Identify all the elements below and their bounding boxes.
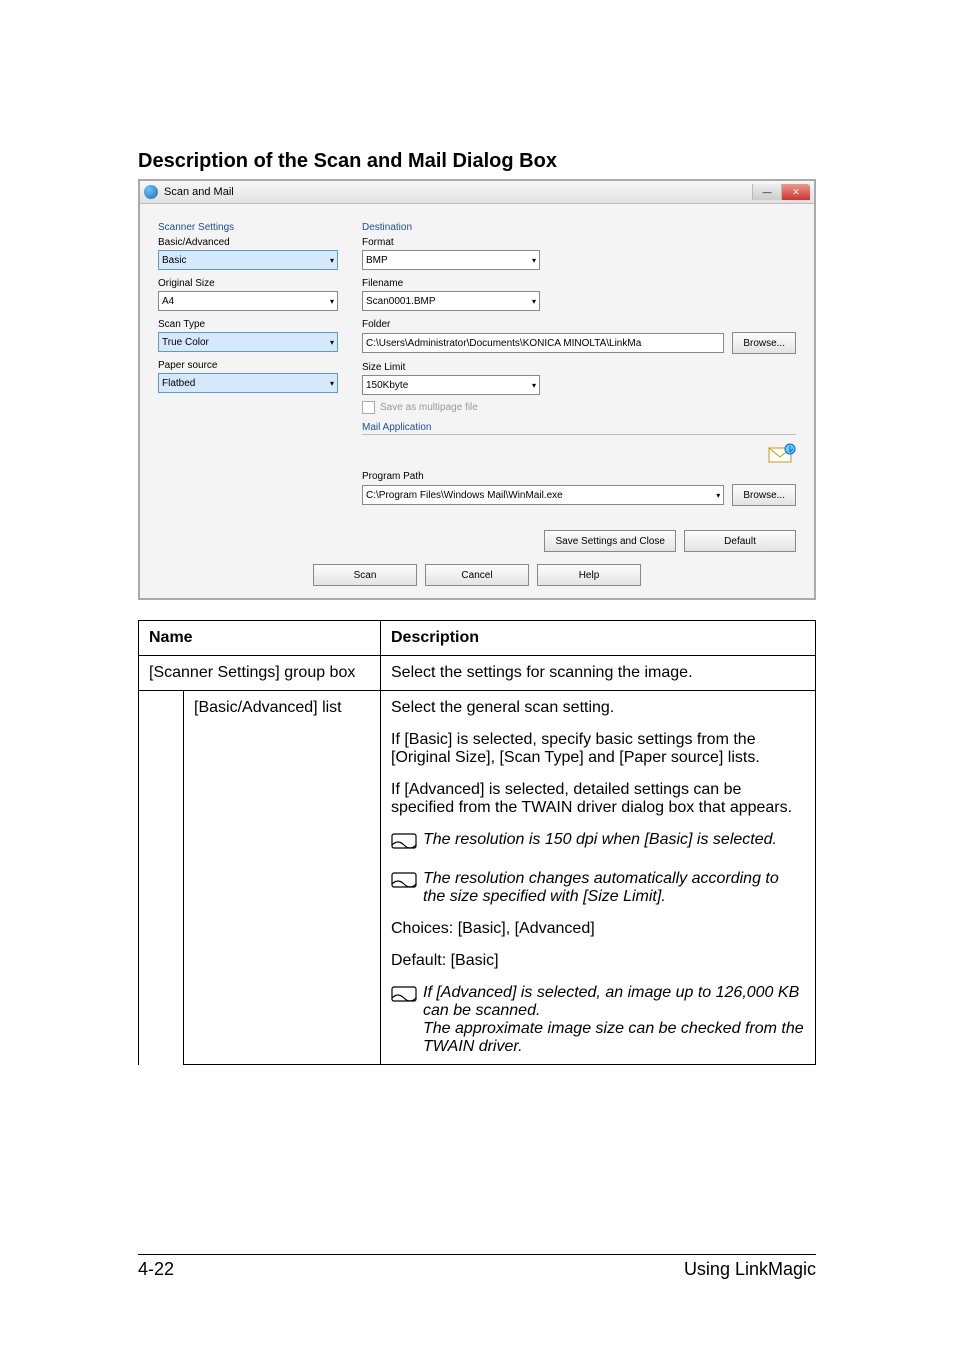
paper-source-label: Paper source — [158, 360, 338, 371]
th-name: Name — [139, 621, 381, 656]
row-basic-advanced-desc: Select the general scan setting. If [Bas… — [381, 691, 816, 1065]
filename-label: Filename — [362, 278, 796, 289]
program-path-label: Program Path — [362, 471, 796, 482]
basic-advanced-select[interactable]: Basic▾ — [158, 250, 338, 270]
chevron-down-icon: ▾ — [330, 297, 334, 306]
row-scanner-settings-name: [Scanner Settings] group box — [139, 656, 381, 691]
chevron-down-icon: ▾ — [716, 491, 720, 500]
mail-icon — [768, 443, 796, 465]
section-heading: Description of the Scan and Mail Dialog … — [138, 150, 816, 173]
chevron-down-icon: ▾ — [330, 256, 334, 265]
app-icon — [144, 185, 158, 199]
chevron-down-icon: ▾ — [330, 379, 334, 388]
minimize-button[interactable]: — — [752, 184, 781, 200]
page-footer: 4-22 Using LinkMagic — [138, 1254, 816, 1280]
filename-select[interactable]: Scan0001.BMP▾ — [362, 291, 540, 311]
description-table: Name Description [Scanner Settings] grou… — [138, 620, 816, 1065]
multipage-checkbox[interactable]: Save as multipage file — [362, 401, 796, 414]
scan-type-select[interactable]: True Color▾ — [158, 332, 338, 352]
chevron-down-icon: ▾ — [532, 381, 536, 390]
size-limit-label: Size Limit — [362, 362, 796, 373]
original-size-select[interactable]: A4▾ — [158, 291, 338, 311]
note-text-2: The resolution changes automatically acc… — [423, 870, 805, 906]
folder-label: Folder — [362, 319, 796, 330]
folder-input[interactable]: C:\Users\Administrator\Documents\KONICA … — [362, 333, 724, 353]
close-button[interactable]: ✕ — [781, 184, 810, 200]
footer-title: Using LinkMagic — [684, 1259, 816, 1280]
desc-para-3: If [Advanced] is selected, detailed sett… — [391, 781, 805, 817]
checkbox-icon — [362, 401, 375, 414]
note-icon — [391, 831, 417, 856]
mail-application-label: Mail Application — [362, 422, 796, 435]
destination-label: Destination — [362, 222, 796, 233]
format-label: Format — [362, 237, 796, 248]
basic-advanced-label: Basic/Advanced — [158, 237, 338, 248]
desc-choices: Choices: [Basic], [Advanced] — [391, 920, 805, 938]
desc-para-1: Select the general scan setting. — [391, 699, 805, 717]
program-path-select[interactable]: C:\Program Files\Windows Mail\WinMail.ex… — [362, 485, 724, 505]
window-title: Scan and Mail — [164, 186, 234, 198]
cancel-button[interactable]: Cancel — [425, 564, 529, 586]
browse-folder-button[interactable]: Browse... — [732, 332, 796, 354]
page-number: 4-22 — [138, 1259, 174, 1280]
desc-default: Default: [Basic] — [391, 952, 805, 970]
scanner-settings-label: Scanner Settings — [158, 222, 338, 233]
original-size-label: Original Size — [158, 278, 338, 289]
scan-type-label: Scan Type — [158, 319, 338, 330]
indent-cell — [139, 691, 184, 1065]
dialog-screenshot: Scan and Mail — ✕ Scanner Settings Basic… — [138, 179, 816, 600]
note-icon — [391, 870, 417, 906]
help-button[interactable]: Help — [537, 564, 641, 586]
browse-program-button[interactable]: Browse... — [732, 484, 796, 506]
row-basic-advanced-name: [Basic/Advanced] list — [184, 691, 381, 1065]
chevron-down-icon: ▾ — [532, 256, 536, 265]
chevron-down-icon: ▾ — [330, 338, 334, 347]
note-3: If [Advanced] is selected, an image up t… — [391, 984, 805, 1056]
note-icon — [391, 984, 417, 1056]
save-settings-close-button[interactable]: Save Settings and Close — [544, 530, 676, 552]
window-buttons: — ✕ — [752, 184, 810, 200]
size-limit-select[interactable]: 150Kbyte▾ — [362, 375, 540, 395]
desc-para-2: If [Basic] is selected, specify basic se… — [391, 731, 805, 767]
note-text-3: If [Advanced] is selected, an image up t… — [423, 984, 805, 1056]
scan-button[interactable]: Scan — [313, 564, 417, 586]
note-text-1: The resolution is 150 dpi when [Basic] i… — [423, 831, 805, 856]
row-scanner-settings-desc: Select the settings for scanning the ima… — [381, 656, 816, 691]
format-select[interactable]: BMP▾ — [362, 250, 540, 270]
default-button[interactable]: Default — [684, 530, 796, 552]
note-1: The resolution is 150 dpi when [Basic] i… — [391, 831, 805, 856]
chevron-down-icon: ▾ — [532, 297, 536, 306]
paper-source-select[interactable]: Flatbed▾ — [158, 373, 338, 393]
window-titlebar: Scan and Mail — ✕ — [140, 181, 814, 204]
th-description: Description — [381, 621, 816, 656]
note-2: The resolution changes automatically acc… — [391, 870, 805, 906]
